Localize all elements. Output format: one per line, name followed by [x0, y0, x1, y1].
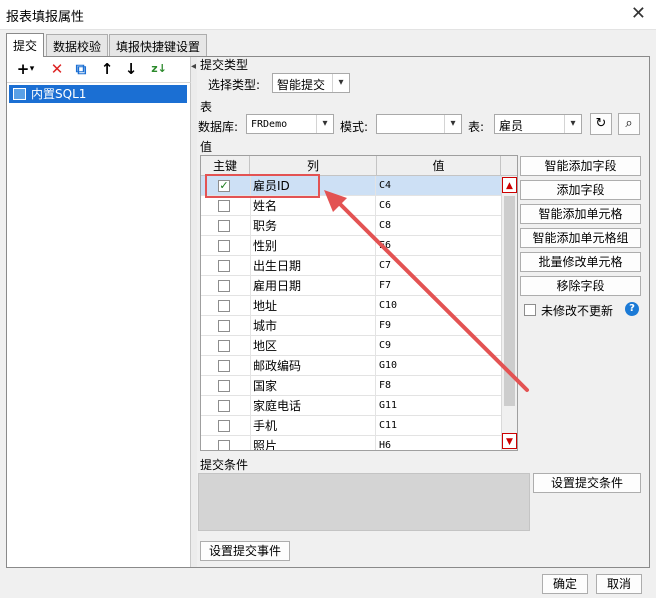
remove-field-button[interactable]: 移除字段 — [520, 276, 641, 296]
add-field-button[interactable]: 添加字段 — [520, 180, 641, 200]
smart-add-field-button[interactable]: 智能添加字段 — [520, 156, 641, 176]
set-submit-condition-button[interactable]: 设置提交条件 — [533, 473, 641, 493]
cancel-button[interactable]: 取消 — [596, 574, 642, 594]
smart-add-cell-group-button[interactable]: 智能添加单元格组 — [520, 228, 641, 248]
no-update-unmodified-checkbox[interactable] — [524, 304, 536, 316]
tab-submit[interactable]: 提交 — [6, 33, 45, 57]
ok-button[interactable]: 确定 — [542, 574, 588, 594]
smart-add-cell-button[interactable]: 智能添加单元格 — [520, 204, 641, 224]
help-icon[interactable]: ? — [625, 302, 639, 316]
set-submit-event-button[interactable]: 设置提交事件 — [200, 541, 290, 561]
no-update-unmodified-label: 未修改不更新 — [541, 304, 614, 318]
batch-modify-cell-button[interactable]: 批量修改单元格 — [520, 252, 641, 272]
condition-section-title: 提交条件 — [200, 458, 249, 472]
condition-display — [198, 473, 530, 531]
